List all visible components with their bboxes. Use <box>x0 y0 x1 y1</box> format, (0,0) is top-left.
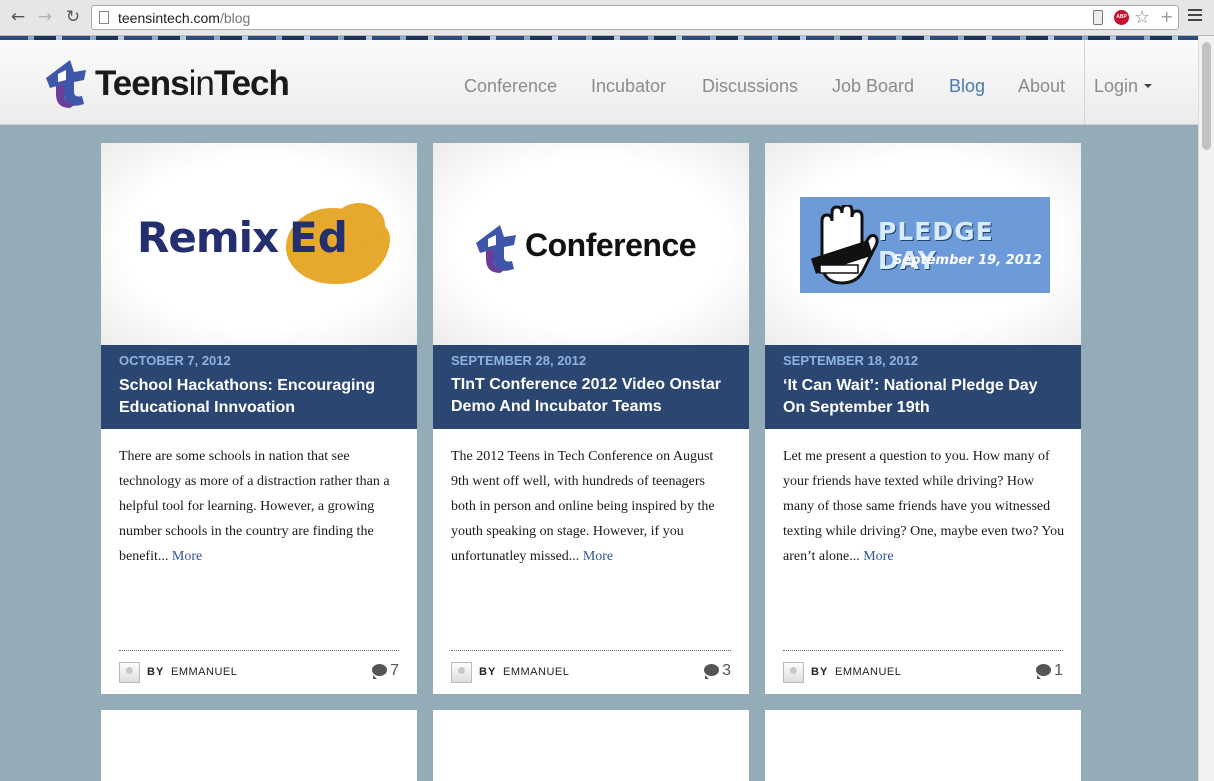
comment-bubble-icon <box>372 664 388 679</box>
teens-in-tech-logo-icon <box>46 60 86 108</box>
post-title[interactable]: ‘It Can Wait’: National Pledge Day On Se… <box>783 375 1063 419</box>
blog-post-card: Conference SEPTEMBER 28, 2012 TInT Confe… <box>433 143 749 694</box>
by-label: BY <box>811 666 829 678</box>
post-excerpt: Let me present a question to you. How ma… <box>783 449 1065 564</box>
reload-icon[interactable]: ↻ <box>63 7 83 27</box>
post-thumbnail-remixed[interactable]: Remix Ed <box>101 143 417 345</box>
page-icon <box>99 11 109 24</box>
nav-incubator[interactable]: Incubator <box>591 76 666 97</box>
blog-post-card <box>765 710 1081 781</box>
comment-count[interactable]: 7 <box>372 662 399 680</box>
divider <box>783 650 1063 651</box>
comment-bubble-icon <box>704 664 720 679</box>
author-name[interactable]: EMMANUEL <box>171 666 237 678</box>
blog-post-card <box>433 710 749 781</box>
divider <box>119 650 399 651</box>
author-avatar[interactable] <box>119 662 140 683</box>
login-menu[interactable]: Login <box>1094 76 1153 97</box>
pledge-day-banner: PLEDGE DAY September 19, 2012 <box>800 197 1050 293</box>
scrollbar-thumb[interactable] <box>1202 42 1211 150</box>
comment-count[interactable]: 1 <box>1036 662 1063 680</box>
author-name[interactable]: EMMANUEL <box>503 666 569 678</box>
author-avatar[interactable] <box>783 662 804 683</box>
blog-post-card <box>101 710 417 781</box>
nav-job-board[interactable]: Job Board <box>832 76 914 97</box>
adblock-icon[interactable]: ABP <box>1114 10 1129 25</box>
post-date: OCTOBER 7, 2012 <box>119 353 231 368</box>
read-more-link[interactable]: More <box>583 549 613 564</box>
read-more-link[interactable]: More <box>863 549 893 564</box>
comment-count[interactable]: 3 <box>704 662 731 680</box>
post-header: SEPTEMBER 18, 2012 ‘It Can Wait’: Nation… <box>765 345 1081 429</box>
browser-toolbar: ← → ↻ teensintech.com/blog ABP ☆ + <box>0 0 1214 36</box>
post-thumbnail-pledge-day[interactable]: PLEDGE DAY September 19, 2012 <box>765 143 1081 345</box>
post-date: SEPTEMBER 28, 2012 <box>451 353 587 368</box>
post-title[interactable]: School Hackathons: Encouraging Education… <box>119 375 399 419</box>
remixed-logo-text: Remix <box>137 213 279 262</box>
raised-hand-icon <box>810 205 879 285</box>
author-avatar[interactable] <box>451 662 472 683</box>
site-logo[interactable]: TeensinTech <box>38 54 318 112</box>
by-label: BY <box>479 666 497 678</box>
blog-post-card: Remix Ed OCTOBER 7, 2012 School Hackatho… <box>101 143 417 694</box>
add-extension-icon[interactable]: + <box>1160 7 1173 26</box>
url-host: teensintech.com <box>118 10 220 26</box>
post-footer: BY EMMANUEL 7 <box>119 661 399 683</box>
post-header: SEPTEMBER 28, 2012 TInT Conference 2012 … <box>433 345 749 429</box>
post-title[interactable]: TInT Conference 2012 Video Onstar Demo A… <box>451 374 731 418</box>
teens-in-tech-logo-icon <box>476 225 516 273</box>
author-name[interactable]: EMMANUEL <box>835 666 901 678</box>
page-scrollbar[interactable] <box>1198 36 1214 781</box>
address-bar[interactable]: teensintech.com/blog ABP ☆ + <box>91 5 1179 30</box>
forward-icon[interactable]: → <box>35 7 55 27</box>
post-footer: BY EMMANUEL 3 <box>451 661 731 683</box>
conference-logo-text: Conference <box>525 227 697 263</box>
post-excerpt: There are some schools in nation that se… <box>119 449 390 564</box>
site-header: TeensinTech Conference Incubator Discuss… <box>0 40 1198 125</box>
nav-conference[interactable]: Conference <box>464 76 557 97</box>
nav-divider <box>1084 40 1085 125</box>
browser-menu-icon[interactable] <box>1188 9 1202 23</box>
by-label: BY <box>147 666 165 678</box>
url-path: /blog <box>219 10 251 26</box>
post-excerpt: The 2012 Teens in Tech Conference on Aug… <box>451 449 715 564</box>
mobile-extension-icon[interactable] <box>1093 10 1103 25</box>
comment-bubble-icon <box>1036 664 1052 679</box>
divider <box>451 650 731 651</box>
logo-wordmark: TeensinTech <box>95 64 290 103</box>
post-date: SEPTEMBER 18, 2012 <box>783 353 919 368</box>
caret-down-icon <box>1144 84 1153 89</box>
post-header: OCTOBER 7, 2012 School Hackathons: Encou… <box>101 345 417 429</box>
back-icon[interactable]: ← <box>8 7 28 27</box>
pledge-day-date: September 19, 2012 <box>893 253 1042 268</box>
read-more-link[interactable]: More <box>172 549 202 564</box>
nav-about[interactable]: About <box>1018 76 1065 97</box>
remixed-logo-ed: Ed <box>289 213 348 262</box>
nav-blog[interactable]: Blog <box>949 76 985 97</box>
nav-discussions[interactable]: Discussions <box>702 76 798 97</box>
bookmark-star-icon[interactable]: ☆ <box>1134 7 1150 28</box>
blog-post-card: PLEDGE DAY September 19, 2012 SEPTEMBER … <box>765 143 1081 694</box>
post-thumbnail-conference[interactable]: Conference <box>433 143 749 345</box>
post-footer: BY EMMANUEL 1 <box>783 661 1063 683</box>
url-text[interactable]: teensintech.com/blog <box>118 10 250 26</box>
